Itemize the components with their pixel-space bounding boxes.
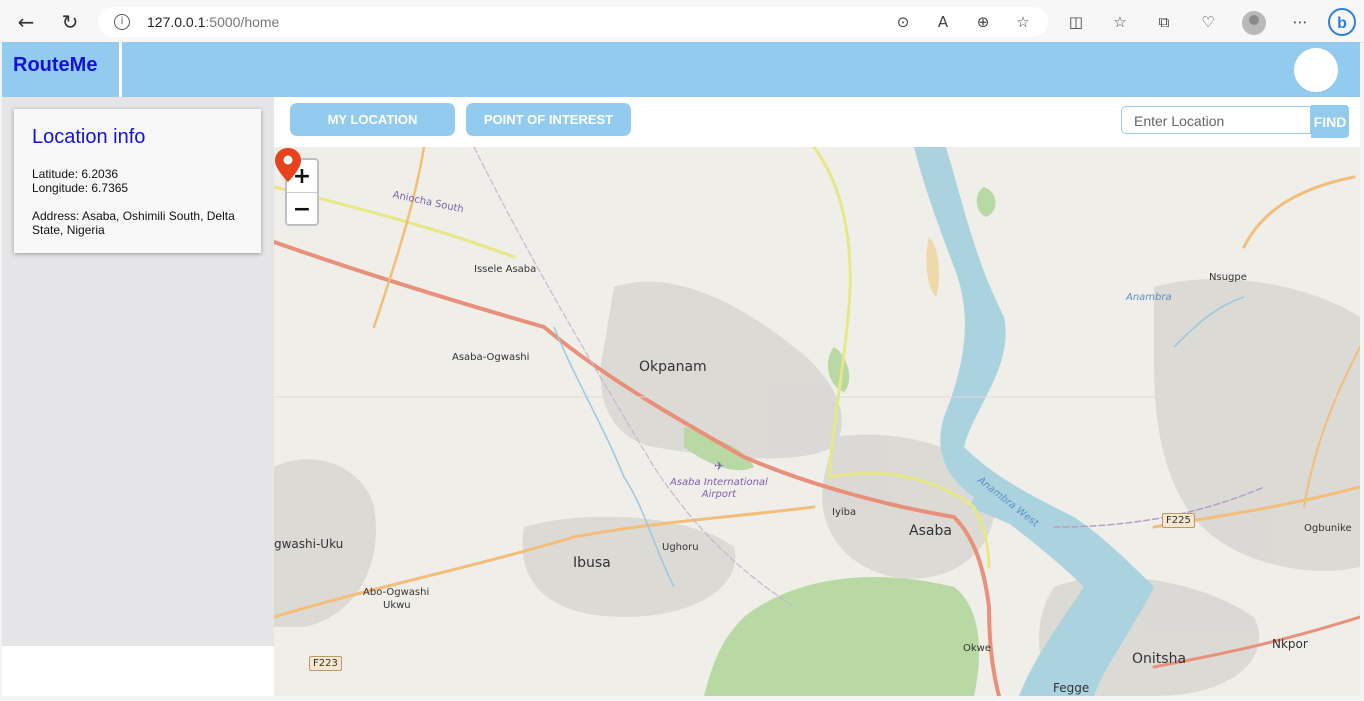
map-label-asaba: Asaba bbox=[909, 523, 952, 539]
my-location-button[interactable]: MY LOCATION bbox=[290, 103, 455, 136]
browser-toolbar: ← ↻ i 127.0.0.1:5000/home ⊙ A ⊕ ☆ ◫ ☆ ⧉ … bbox=[0, 0, 1364, 43]
map-label-ughoru: Ughoru bbox=[662, 542, 699, 553]
favorite-star-icon[interactable]: ☆ bbox=[1013, 12, 1033, 32]
map-label-abo-ogwashi: Abo-Ogwashi bbox=[363, 587, 430, 598]
airport-plane-icon: ✈ bbox=[714, 459, 725, 473]
map-label-nkpor: Nkpor bbox=[1272, 637, 1308, 651]
profile-icon[interactable] bbox=[1242, 11, 1266, 35]
map-tiles bbox=[274, 147, 1360, 696]
browser-essentials-icon[interactable]: ♡ bbox=[1198, 12, 1218, 32]
zoom-icon[interactable]: ⊕ bbox=[973, 12, 993, 32]
map-label-iyiba: Iyiba bbox=[832, 507, 857, 518]
map-label-okwe: Okwe bbox=[963, 643, 991, 654]
location-search[interactable] bbox=[1121, 106, 1311, 135]
refresh-icon[interactable]: ↻ bbox=[56, 8, 84, 36]
airport-line-2: Airport bbox=[701, 489, 737, 500]
map-label-onitsha: Onitsha bbox=[1132, 651, 1187, 667]
find-button[interactable]: FIND bbox=[1311, 105, 1349, 138]
map-label-ogwashi-uku: gwashi-Uku bbox=[274, 537, 344, 551]
zoom-out-button[interactable]: − bbox=[287, 193, 317, 225]
latitude-text: Latitude: 6.2036 bbox=[32, 167, 119, 181]
road-shield-f223: F223 bbox=[309, 656, 342, 671]
location-icon[interactable]: ⊙ bbox=[893, 12, 913, 32]
location-input[interactable] bbox=[1132, 107, 1306, 135]
info-icon[interactable]: i bbox=[114, 14, 130, 30]
map-toolbar: MY LOCATION POINT OF INTEREST FIND bbox=[274, 97, 1360, 147]
map-label-okpanam: Okpanam bbox=[639, 359, 707, 375]
point-of-interest-button[interactable]: POINT OF INTEREST bbox=[466, 103, 631, 136]
split-screen-icon[interactable]: ◫ bbox=[1066, 12, 1086, 32]
bing-icon[interactable]: b bbox=[1328, 8, 1356, 36]
map-label-airport: Asaba International Airport bbox=[670, 477, 768, 501]
read-aloud-icon[interactable]: A bbox=[933, 12, 953, 32]
location-info-card: Location info Latitude: 6.2036 Longitude… bbox=[14, 109, 261, 253]
map-label-fegge: Fegge bbox=[1053, 681, 1090, 695]
card-title: Location info bbox=[32, 126, 146, 148]
sidebar: Location info Latitude: 6.2036 Longitude… bbox=[2, 97, 274, 646]
longitude-text: Longitude: 6.7365 bbox=[32, 181, 129, 195]
sidebar-footer bbox=[2, 646, 274, 696]
url-path: :5000/home bbox=[205, 14, 280, 30]
map-label-ogbunike: Ogbunike bbox=[1304, 523, 1352, 534]
address-text: Address: Asaba, Oshimili South, Delta St… bbox=[32, 209, 235, 237]
collections-icon[interactable]: ⧉ bbox=[1154, 12, 1174, 32]
app-header: RouteMe bbox=[2, 42, 1360, 97]
brand-title[interactable]: RouteMe bbox=[13, 54, 97, 77]
map-label-asaba-ogwashi: Asaba-Ogwashi bbox=[452, 352, 530, 363]
more-icon[interactable]: ⋯ bbox=[1290, 12, 1310, 32]
map-label-issele-asaba: Issele Asaba bbox=[474, 264, 537, 275]
url-text[interactable]: 127.0.0.1:5000/home bbox=[147, 14, 279, 30]
map-label-ibusa: Ibusa bbox=[573, 555, 611, 571]
brand[interactable]: RouteMe bbox=[2, 42, 122, 97]
address-bar[interactable]: i 127.0.0.1:5000/home ⊙ A ⊕ ☆ bbox=[98, 7, 1048, 37]
location-pin-icon[interactable] bbox=[274, 147, 302, 183]
map-label-anambra: Anambra bbox=[1126, 292, 1172, 303]
url-host: 127.0.0.1 bbox=[147, 14, 206, 30]
avatar[interactable] bbox=[1294, 48, 1338, 92]
map-label-ukwu: Ukwu bbox=[383, 600, 411, 611]
road-shield-f225: F225 bbox=[1162, 513, 1195, 528]
airport-line-1: Asaba International bbox=[670, 477, 768, 488]
favorites-icon[interactable]: ☆ bbox=[1110, 12, 1130, 32]
map[interactable]: Aniocha South Issele Asaba Asaba-Ogwashi… bbox=[274, 147, 1360, 696]
map-label-nsugpe: Nsugpe bbox=[1209, 272, 1247, 283]
back-arrow-icon[interactable]: ← bbox=[12, 8, 40, 36]
